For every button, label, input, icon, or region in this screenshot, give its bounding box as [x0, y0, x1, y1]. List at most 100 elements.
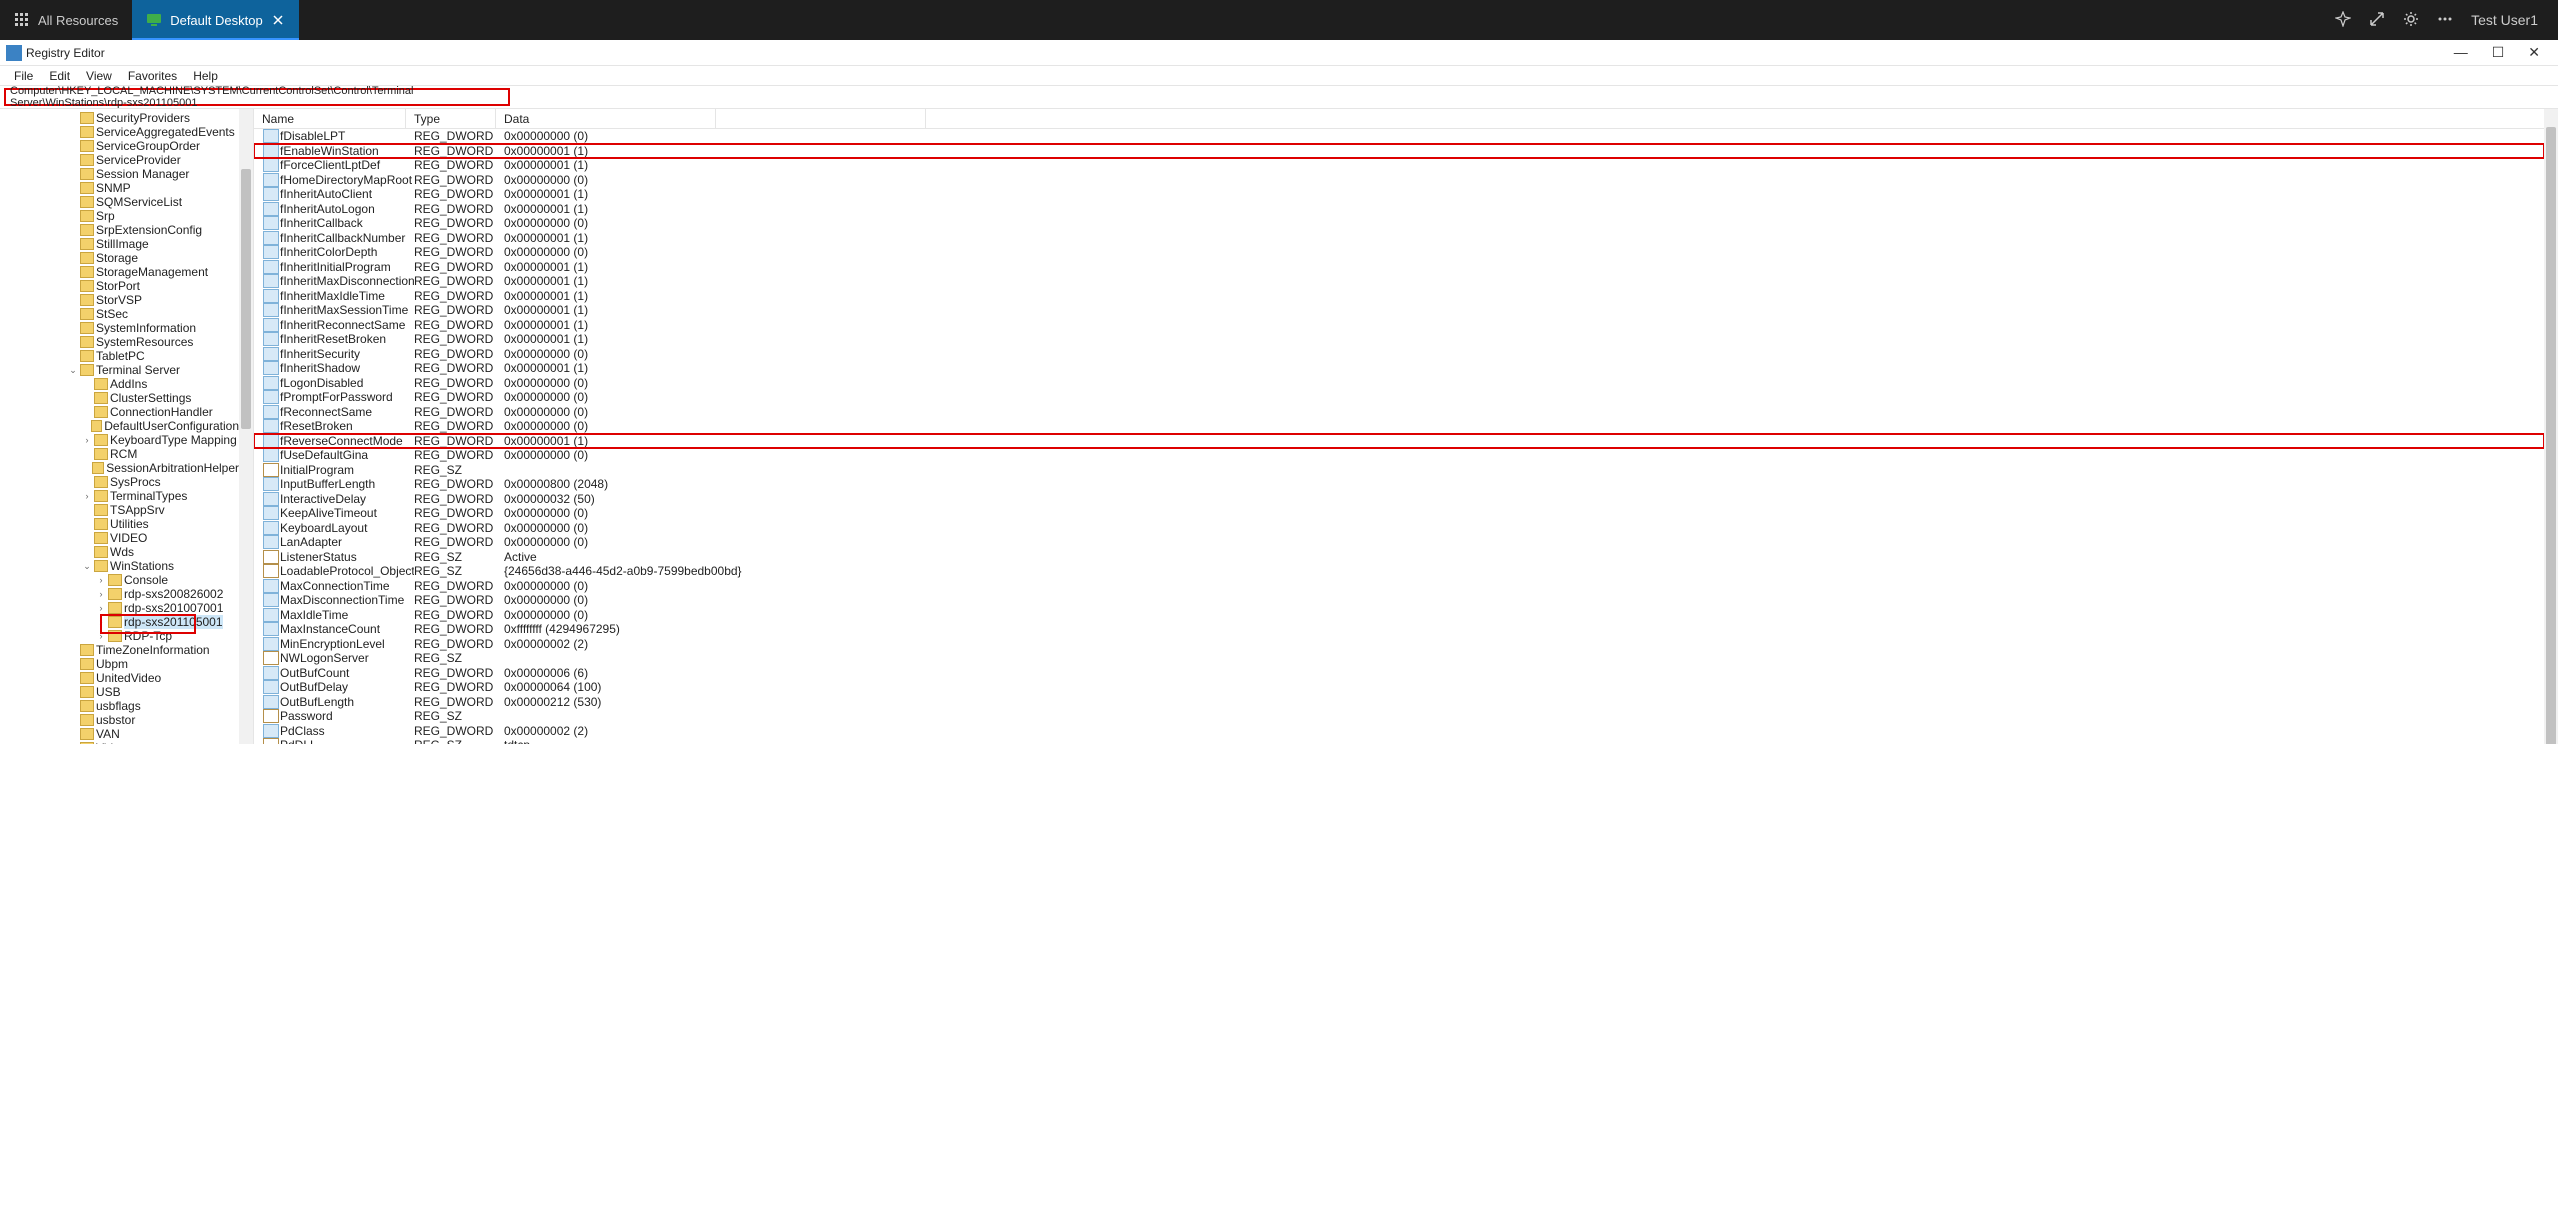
tree-item[interactable]: TabletPC: [0, 349, 239, 363]
gear-icon[interactable]: [2403, 11, 2419, 30]
chevron-right-icon[interactable]: ›: [96, 575, 106, 585]
value-row[interactable]: fLogonDisabledREG_DWORD0x00000000 (0): [254, 376, 2544, 391]
col-type[interactable]: Type: [406, 109, 496, 128]
tree-item[interactable]: ›rdp-sxs200826002: [0, 587, 239, 601]
value-row[interactable]: fInheritCallbackNumberREG_DWORD0x0000000…: [254, 231, 2544, 246]
value-row[interactable]: MaxIdleTimeREG_DWORD0x00000000 (0): [254, 608, 2544, 623]
tree-item[interactable]: UnitedVideo: [0, 671, 239, 685]
value-row[interactable]: InitialProgramREG_SZ: [254, 463, 2544, 478]
expand-icon[interactable]: [2369, 11, 2385, 30]
value-row[interactable]: KeepAliveTimeoutREG_DWORD0x00000000 (0): [254, 506, 2544, 521]
value-row[interactable]: fPromptForPasswordREG_DWORD0x00000000 (0…: [254, 390, 2544, 405]
tree-item[interactable]: ›rdp-sxs201007001: [0, 601, 239, 615]
value-row[interactable]: PdClassREG_DWORD0x00000002 (2): [254, 724, 2544, 739]
value-row[interactable]: fInheritCallbackREG_DWORD0x00000000 (0): [254, 216, 2544, 231]
tree-item[interactable]: StSec: [0, 307, 239, 321]
value-row[interactable]: fInheritAutoLogonREG_DWORD0x00000001 (1): [254, 202, 2544, 217]
tree-item[interactable]: SrpExtensionConfig: [0, 223, 239, 237]
tree-item[interactable]: TSAppSrv: [0, 503, 239, 517]
value-row[interactable]: MaxInstanceCountREG_DWORD0xffffffff (429…: [254, 622, 2544, 637]
menu-file[interactable]: File: [6, 67, 41, 85]
tab-all-resources[interactable]: All Resources: [0, 0, 132, 40]
tree-item[interactable]: ›Console: [0, 573, 239, 587]
tree-item[interactable]: AddIns: [0, 377, 239, 391]
value-row[interactable]: LanAdapterREG_DWORD0x00000000 (0): [254, 535, 2544, 550]
value-row[interactable]: KeyboardLayoutREG_DWORD0x00000000 (0): [254, 521, 2544, 536]
value-row[interactable]: NWLogonServerREG_SZ: [254, 651, 2544, 666]
tree-item[interactable]: SystemResources: [0, 335, 239, 349]
tree-item[interactable]: ServiceProvider: [0, 153, 239, 167]
value-row[interactable]: fReverseConnectModeREG_DWORD0x00000001 (…: [254, 434, 2544, 449]
tree-item[interactable]: ›RDP-Tcp: [0, 629, 239, 643]
tree-item[interactable]: TimeZoneInformation: [0, 643, 239, 657]
col-data[interactable]: Data: [496, 109, 716, 128]
value-row[interactable]: PasswordREG_SZ: [254, 709, 2544, 724]
value-row[interactable]: LoadableProtocol_ObjectREG_SZ{24656d38-a…: [254, 564, 2544, 579]
chevron-down-icon[interactable]: ⌄: [68, 365, 78, 376]
value-row[interactable]: fEnableWinStationREG_DWORD0x00000001 (1): [254, 144, 2544, 159]
tree-item[interactable]: SysProcs: [0, 475, 239, 489]
value-row[interactable]: fInheritAutoClientREG_DWORD0x00000001 (1…: [254, 187, 2544, 202]
value-row[interactable]: fInheritResetBrokenREG_DWORD0x00000001 (…: [254, 332, 2544, 347]
tree-item[interactable]: VIDEO: [0, 531, 239, 545]
tree-item[interactable]: Utilities: [0, 517, 239, 531]
tree-item[interactable]: SNMP: [0, 181, 239, 195]
value-row[interactable]: fInheritColorDepthREG_DWORD0x00000000 (0…: [254, 245, 2544, 260]
tab-default-desktop[interactable]: Default Desktop: [132, 0, 299, 40]
value-row[interactable]: ListenerStatusREG_SZActive: [254, 550, 2544, 565]
value-row[interactable]: OutBufLengthREG_DWORD0x00000212 (530): [254, 695, 2544, 710]
menu-help[interactable]: Help: [185, 67, 226, 85]
tree-item[interactable]: StorageManagement: [0, 265, 239, 279]
chevron-right-icon[interactable]: ›: [82, 435, 92, 445]
tree-item[interactable]: usbflags: [0, 699, 239, 713]
chevron-right-icon[interactable]: ›: [96, 617, 106, 627]
value-row[interactable]: fHomeDirectoryMapRootREG_DWORD0x00000000…: [254, 173, 2544, 188]
tree-item[interactable]: ›rdp-sxs201105001: [0, 615, 239, 629]
menu-view[interactable]: View: [78, 67, 120, 85]
value-row[interactable]: InteractiveDelayREG_DWORD0x00000032 (50): [254, 492, 2544, 507]
tree-item[interactable]: ›KeyboardType Mapping: [0, 433, 239, 447]
tree-item[interactable]: Storage: [0, 251, 239, 265]
value-row[interactable]: fDisableLPTREG_DWORD0x00000000 (0): [254, 129, 2544, 144]
pin-icon[interactable]: [2335, 11, 2351, 30]
tree-item[interactable]: SQMServiceList: [0, 195, 239, 209]
value-row[interactable]: fReconnectSameREG_DWORD0x00000000 (0): [254, 405, 2544, 420]
tree-item[interactable]: SecurityProviders: [0, 111, 239, 125]
value-row[interactable]: fUseDefaultGinaREG_DWORD0x00000000 (0): [254, 448, 2544, 463]
tree-item[interactable]: StorVSP: [0, 293, 239, 307]
menu-favorites[interactable]: Favorites: [120, 67, 185, 85]
tree-item[interactable]: Wds: [0, 545, 239, 559]
value-row[interactable]: MinEncryptionLevelREG_DWORD0x00000002 (2…: [254, 637, 2544, 652]
chevron-right-icon[interactable]: ›: [96, 589, 106, 599]
tree-item[interactable]: DefaultUserConfiguration: [0, 419, 239, 433]
chevron-right-icon[interactable]: ›: [96, 603, 106, 613]
more-icon[interactable]: [2437, 11, 2453, 30]
tree-item[interactable]: StorPort: [0, 279, 239, 293]
tree-item[interactable]: StillImage: [0, 237, 239, 251]
address-bar[interactable]: Computer\HKEY_LOCAL_MACHINE\SYSTEM\Curre…: [4, 88, 510, 106]
value-row[interactable]: fForceClientLptDefREG_DWORD0x00000001 (1…: [254, 158, 2544, 173]
value-row[interactable]: OutBufCountREG_DWORD0x00000006 (6): [254, 666, 2544, 681]
value-row[interactable]: MaxConnectionTimeREG_DWORD0x00000000 (0): [254, 579, 2544, 594]
tree-item[interactable]: ServiceAggregatedEvents: [0, 125, 239, 139]
menu-edit[interactable]: Edit: [41, 67, 78, 85]
col-name[interactable]: Name: [254, 109, 406, 128]
close-icon[interactable]: [271, 13, 285, 27]
value-row[interactable]: MaxDisconnectionTimeREG_DWORD0x00000000 …: [254, 593, 2544, 608]
value-row[interactable]: OutBufDelayREG_DWORD0x00000064 (100): [254, 680, 2544, 695]
tree-item[interactable]: SystemInformation: [0, 321, 239, 335]
maximize-button[interactable]: ☐: [2486, 44, 2511, 61]
value-row[interactable]: fInheritInitialProgramREG_DWORD0x0000000…: [254, 260, 2544, 275]
value-row[interactable]: fInheritMaxDisconnectionTimeREG_DWORD0x0…: [254, 274, 2544, 289]
tree-item[interactable]: ⌄Terminal Server: [0, 363, 239, 377]
chevron-down-icon[interactable]: ⌄: [82, 561, 92, 572]
value-row[interactable]: InputBufferLengthREG_DWORD0x00000800 (20…: [254, 477, 2544, 492]
value-row[interactable]: fInheritMaxSessionTimeREG_DWORD0x0000000…: [254, 303, 2544, 318]
value-row[interactable]: fResetBrokenREG_DWORD0x00000000 (0): [254, 419, 2544, 434]
tree-item[interactable]: ServiceGroupOrder: [0, 139, 239, 153]
tree-item[interactable]: usbstor: [0, 713, 239, 727]
chevron-right-icon[interactable]: ›: [82, 491, 92, 501]
tree-item[interactable]: SessionArbitrationHelper: [0, 461, 239, 475]
tree-item[interactable]: USB: [0, 685, 239, 699]
tree-item[interactable]: Session Manager: [0, 167, 239, 181]
